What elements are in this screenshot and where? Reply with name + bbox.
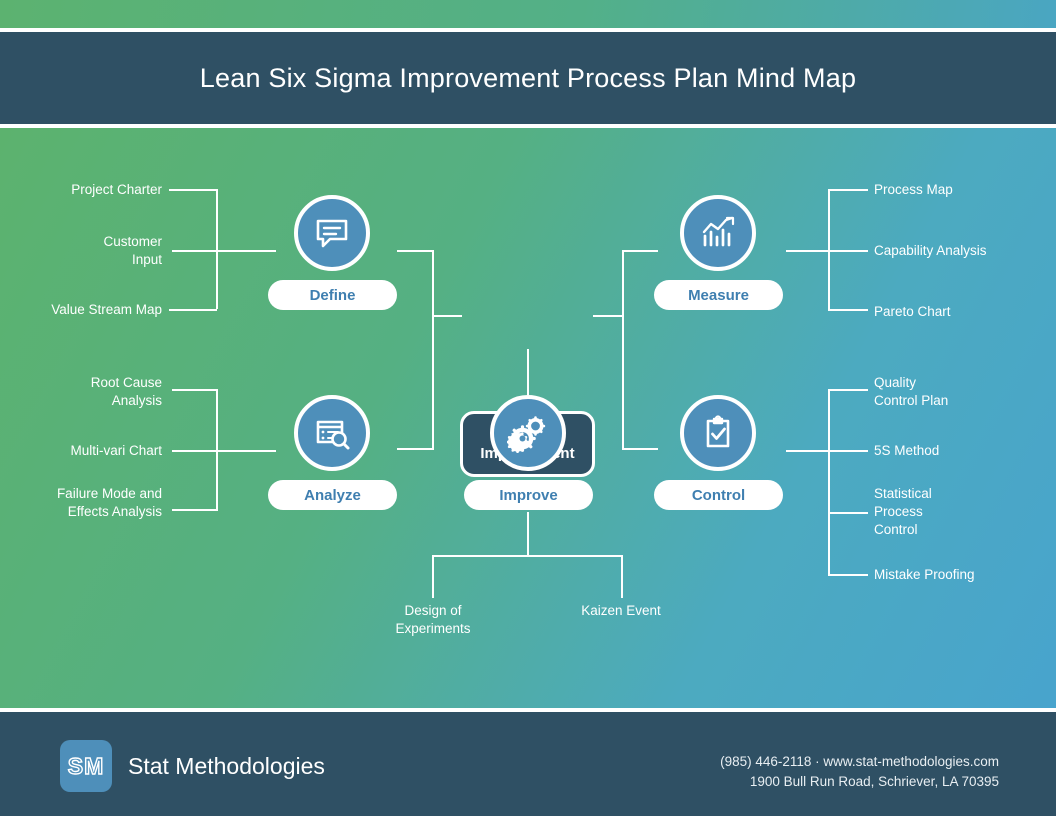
analyze-child-label-2: Multi-vari Chart <box>70 443 162 458</box>
bar-chart-trend-icon <box>697 213 739 253</box>
control-label: Control <box>691 486 746 504</box>
measure-child-label-3: Pareto Chart <box>874 304 951 319</box>
analyze-child-arm-1 <box>172 389 218 391</box>
document-magnifier-icon <box>311 413 353 453</box>
connector-left-bottom-arm <box>397 448 433 450</box>
analyze-child-label-1: Root Cause Analysis <box>90 375 162 408</box>
control-child-arm-1 <box>828 389 868 391</box>
analyze-children-spine <box>216 389 218 509</box>
contact-block: (985) 446-2118 · www.stat-methodologies.… <box>720 752 999 792</box>
measure-label-pill[interactable]: Measure <box>654 280 783 310</box>
define-child-label-3: Value Stream Map <box>51 302 162 317</box>
speech-bubble-icon <box>312 213 352 253</box>
define-child-arm-2 <box>172 250 218 252</box>
gears-icon <box>507 413 549 453</box>
improve-child-drop-right <box>621 555 623 598</box>
measure-child-arm-1 <box>828 189 868 191</box>
clipboard-check-icon <box>698 413 738 453</box>
measure-child-arm-3 <box>828 309 868 311</box>
define-label: Define <box>309 286 356 304</box>
improve-label: Improve <box>499 486 558 504</box>
improve-child-label-2: Kaizen Event <box>581 603 661 618</box>
improve-children-spine <box>432 555 623 557</box>
control-child-arm-2 <box>828 450 868 452</box>
analyze-child-label-3: Failure Mode and Effects Analysis <box>56 486 162 519</box>
top-accent-strip <box>0 0 1056 28</box>
analyze-child-center-stub <box>216 450 276 452</box>
define-child-label-2: Customer Input <box>103 234 162 267</box>
control-child-label-1: Quality Control Plan <box>874 375 949 408</box>
control-child-label-2: 5S Method <box>874 443 940 458</box>
connector-right-spine <box>622 250 624 450</box>
measure-child-arm-2 <box>828 250 868 252</box>
analyze-label: Analyze <box>304 486 361 504</box>
connector-left-spine <box>432 250 434 450</box>
page-title: Lean Six Sigma Improvement Process Plan … <box>199 62 857 93</box>
contact-address: 1900 Bull Run Road, Schriever, LA 70395 <box>749 774 999 789</box>
title-bar: Lean Six Sigma Improvement Process Plan … <box>0 32 1056 124</box>
logo-monogram: SM <box>67 752 105 779</box>
measure-icon-circle[interactable] <box>680 195 756 271</box>
connector-left-center-stub <box>432 315 462 317</box>
company-name: Stat Methodologies <box>128 752 325 779</box>
footer-bar: SM Stat Methodologies (985) 446-2118 · w… <box>0 712 1056 816</box>
control-child-label-3: Statistical Process Control <box>874 486 932 537</box>
define-icon-circle[interactable] <box>294 195 370 271</box>
mind-map-canvas: Process Improvement Define Project Chart… <box>0 128 1056 708</box>
control-child-arm-3 <box>828 512 868 514</box>
define-label-pill[interactable]: Define <box>268 280 397 310</box>
control-child-arm-4 <box>828 574 868 576</box>
improve-label-pill[interactable]: Improve <box>464 480 593 510</box>
define-child-arm-1 <box>169 189 217 191</box>
improve-icon-circle[interactable] <box>490 395 566 471</box>
analyze-label-pill[interactable]: Analyze <box>268 480 397 510</box>
define-child-arm-3 <box>169 309 217 311</box>
control-label-pill[interactable]: Control <box>654 480 783 510</box>
company-logo: SM <box>60 740 112 792</box>
connector-left-top-arm <box>397 250 433 252</box>
connector-center-to-improve <box>527 349 529 395</box>
control-child-center-stub <box>786 450 828 452</box>
define-child-label-1: Project Charter <box>71 182 162 197</box>
define-child-center-stub <box>216 250 276 252</box>
control-icon-circle[interactable] <box>680 395 756 471</box>
analyze-icon-circle[interactable] <box>294 395 370 471</box>
control-child-label-4: Mistake Proofing <box>874 567 975 582</box>
improve-child-drop-left <box>432 555 434 598</box>
connector-right-bottom-arm <box>622 448 658 450</box>
connector-right-top-arm <box>622 250 658 252</box>
connector-right-center-stub <box>593 315 623 317</box>
define-children-spine <box>216 189 218 309</box>
measure-label: Measure <box>688 286 749 304</box>
measure-child-center-stub <box>786 250 828 252</box>
analyze-child-arm-3 <box>172 509 218 511</box>
measure-children-spine <box>828 189 830 309</box>
brand-block: SM Stat Methodologies <box>60 740 325 792</box>
infographic-page: Lean Six Sigma Improvement Process Plan … <box>0 0 1056 816</box>
improve-child-label-1: Design of Experiments <box>395 603 471 636</box>
improve-children-drop <box>527 512 529 556</box>
contact-phone-website: (985) 446-2118 · www.stat-methodologies.… <box>720 754 999 769</box>
measure-child-label-2: Capability Analysis <box>874 243 987 258</box>
control-children-spine <box>828 389 830 574</box>
analyze-child-arm-2 <box>172 450 218 452</box>
measure-child-label-1: Process Map <box>874 182 953 197</box>
